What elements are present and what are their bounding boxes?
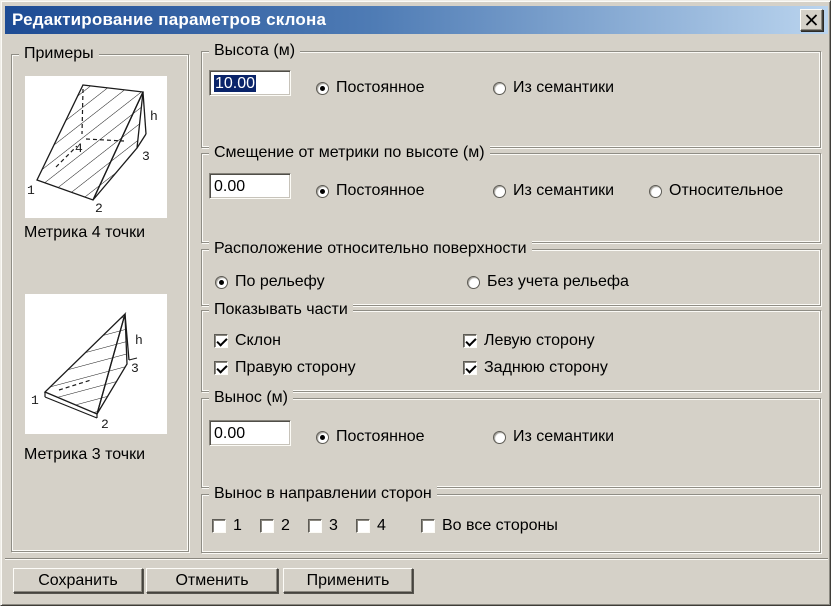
radio-label: Из семантики — [513, 428, 614, 446]
extension-group-title: Вынос (м) — [209, 389, 293, 407]
parts-group: Показывать части Склон Левую сторону Пра… — [201, 310, 821, 392]
apply-button[interactable]: Применить — [283, 568, 413, 593]
title-bar[interactable]: Редактирование параметров склона — [5, 6, 828, 34]
close-icon — [805, 14, 818, 26]
radio-icon[interactable] — [316, 82, 329, 95]
metric-4-points-caption: Метрика 4 точки — [24, 224, 145, 242]
height-group-title: Высота (м) — [209, 42, 300, 60]
window-title: Редактирование параметров склона — [5, 10, 326, 30]
checkbox-icon[interactable] — [214, 334, 228, 348]
radio-icon[interactable] — [316, 185, 329, 198]
height-input-value: 10.00 — [214, 75, 256, 92]
close-button[interactable] — [800, 9, 823, 31]
extension-input[interactable]: 0.00 — [209, 420, 291, 446]
surface-group-title: Расположение относительно поверхности — [209, 240, 532, 258]
surface-option-no-relief[interactable]: Без учета рельефа — [467, 273, 629, 291]
side-2-checkbox[interactable]: 2 — [260, 517, 290, 535]
radio-label: Относительное — [669, 182, 783, 200]
part-left-side-checkbox[interactable]: Левую сторону — [463, 332, 595, 350]
height-option-semantic[interactable]: Из семантики — [493, 79, 614, 97]
radio-label: Из семантики — [513, 79, 614, 97]
checkbox-label: Склон — [235, 332, 281, 350]
height-option-constant[interactable]: Постоянное — [316, 79, 425, 97]
figure1-point2-label: 2 — [95, 201, 103, 216]
examples-group: Примеры 1 2 3 4 h — [11, 54, 189, 552]
extension-sides-group-title: Вынос в направлении сторон — [209, 485, 437, 503]
side-1-checkbox[interactable]: 1 — [212, 517, 242, 535]
slope-4-points-drawing: 1 2 3 4 h — [25, 76, 167, 218]
checkbox-icon[interactable] — [421, 519, 435, 533]
extension-option-constant[interactable]: Постоянное — [316, 428, 425, 446]
surface-group: Расположение относительно поверхности По… — [201, 249, 821, 306]
side-4-checkbox[interactable]: 4 — [356, 517, 386, 535]
checkbox-icon[interactable] — [260, 519, 274, 533]
offset-group-title: Смещение от метрики по высоте (м) — [209, 144, 490, 162]
checkbox-label: 2 — [281, 517, 290, 535]
side-3-checkbox[interactable]: 3 — [308, 517, 338, 535]
radio-label: Постоянное — [336, 182, 425, 200]
figure2-height-label: h — [135, 333, 143, 348]
checkbox-icon[interactable] — [356, 519, 370, 533]
checkbox-label: Левую сторону — [484, 332, 595, 350]
checkbox-label: Заднюю сторону — [484, 359, 608, 377]
radio-label: Постоянное — [336, 79, 425, 97]
radio-icon[interactable] — [467, 276, 480, 289]
radio-label: Из семантики — [513, 182, 614, 200]
part-right-side-checkbox[interactable]: Правую сторону — [214, 359, 356, 377]
metric-3-points-figure: 1 2 3 h — [25, 294, 167, 434]
radio-icon[interactable] — [493, 185, 506, 198]
checkbox-label: 4 — [377, 517, 386, 535]
checkbox-label: Правую сторону — [235, 359, 356, 377]
checkbox-icon[interactable] — [463, 361, 477, 375]
radio-label: Без учета рельефа — [487, 273, 629, 291]
figure1-height-label: h — [150, 109, 158, 124]
figure2-point2-label: 2 — [101, 417, 109, 432]
checkbox-icon[interactable] — [212, 519, 226, 533]
checkbox-icon[interactable] — [308, 519, 322, 533]
height-group: Высота (м) 10.00 Постоянное Из семантики — [201, 51, 821, 148]
part-slope-checkbox[interactable]: Склон — [214, 332, 281, 350]
checkbox-icon[interactable] — [214, 361, 228, 375]
dialog-window: Редактирование параметров склона Примеры — [0, 0, 831, 606]
extension-option-semantic[interactable]: Из семантики — [493, 428, 614, 446]
surface-option-relief[interactable]: По рельефу — [215, 273, 325, 291]
metric-3-points-caption: Метрика 3 точки — [24, 446, 145, 464]
button-area-divider — [5, 558, 828, 560]
save-button[interactable]: Сохранить — [13, 568, 143, 593]
figure2-point3-label: 3 — [131, 361, 139, 376]
offset-input-value: 0.00 — [214, 178, 245, 195]
figure1-point1-label: 1 — [27, 183, 35, 198]
checkbox-label: 1 — [233, 517, 242, 535]
radio-icon[interactable] — [316, 431, 329, 444]
extension-group: Вынос (м) 0.00 Постоянное Из семантики — [201, 398, 821, 488]
checkbox-icon[interactable] — [463, 334, 477, 348]
radio-icon[interactable] — [493, 431, 506, 444]
extension-input-value: 0.00 — [214, 425, 245, 442]
extension-sides-group: Вынос в направлении сторон 1 2 3 4 Во вс… — [201, 494, 821, 553]
metric-4-points-figure: 1 2 3 4 h — [25, 76, 167, 218]
height-input[interactable]: 10.00 — [209, 70, 291, 96]
offset-option-semantic[interactable]: Из семантики — [493, 182, 614, 200]
all-sides-checkbox[interactable]: Во все стороны — [421, 517, 558, 535]
cancel-button[interactable]: Отменить — [146, 568, 278, 593]
offset-input[interactable]: 0.00 — [209, 173, 291, 199]
examples-group-title: Примеры — [19, 45, 99, 63]
checkbox-label: Во все стороны — [442, 517, 558, 535]
parts-group-title: Показывать части — [209, 301, 353, 319]
figure2-point1-label: 1 — [31, 393, 39, 408]
slope-3-points-drawing: 1 2 3 h — [25, 294, 167, 434]
radio-label: По рельефу — [235, 273, 325, 291]
offset-option-constant[interactable]: Постоянное — [316, 182, 425, 200]
part-back-side-checkbox[interactable]: Заднюю сторону — [463, 359, 608, 377]
checkbox-label: 3 — [329, 517, 338, 535]
radio-icon[interactable] — [215, 276, 228, 289]
offset-group: Смещение от метрики по высоте (м) 0.00 П… — [201, 153, 821, 243]
radio-icon[interactable] — [649, 185, 662, 198]
radio-label: Постоянное — [336, 428, 425, 446]
figure1-point3-label: 3 — [142, 149, 150, 164]
figure1-point4-label: 4 — [75, 141, 83, 156]
offset-option-relative[interactable]: Относительное — [649, 182, 783, 200]
radio-icon[interactable] — [493, 82, 506, 95]
